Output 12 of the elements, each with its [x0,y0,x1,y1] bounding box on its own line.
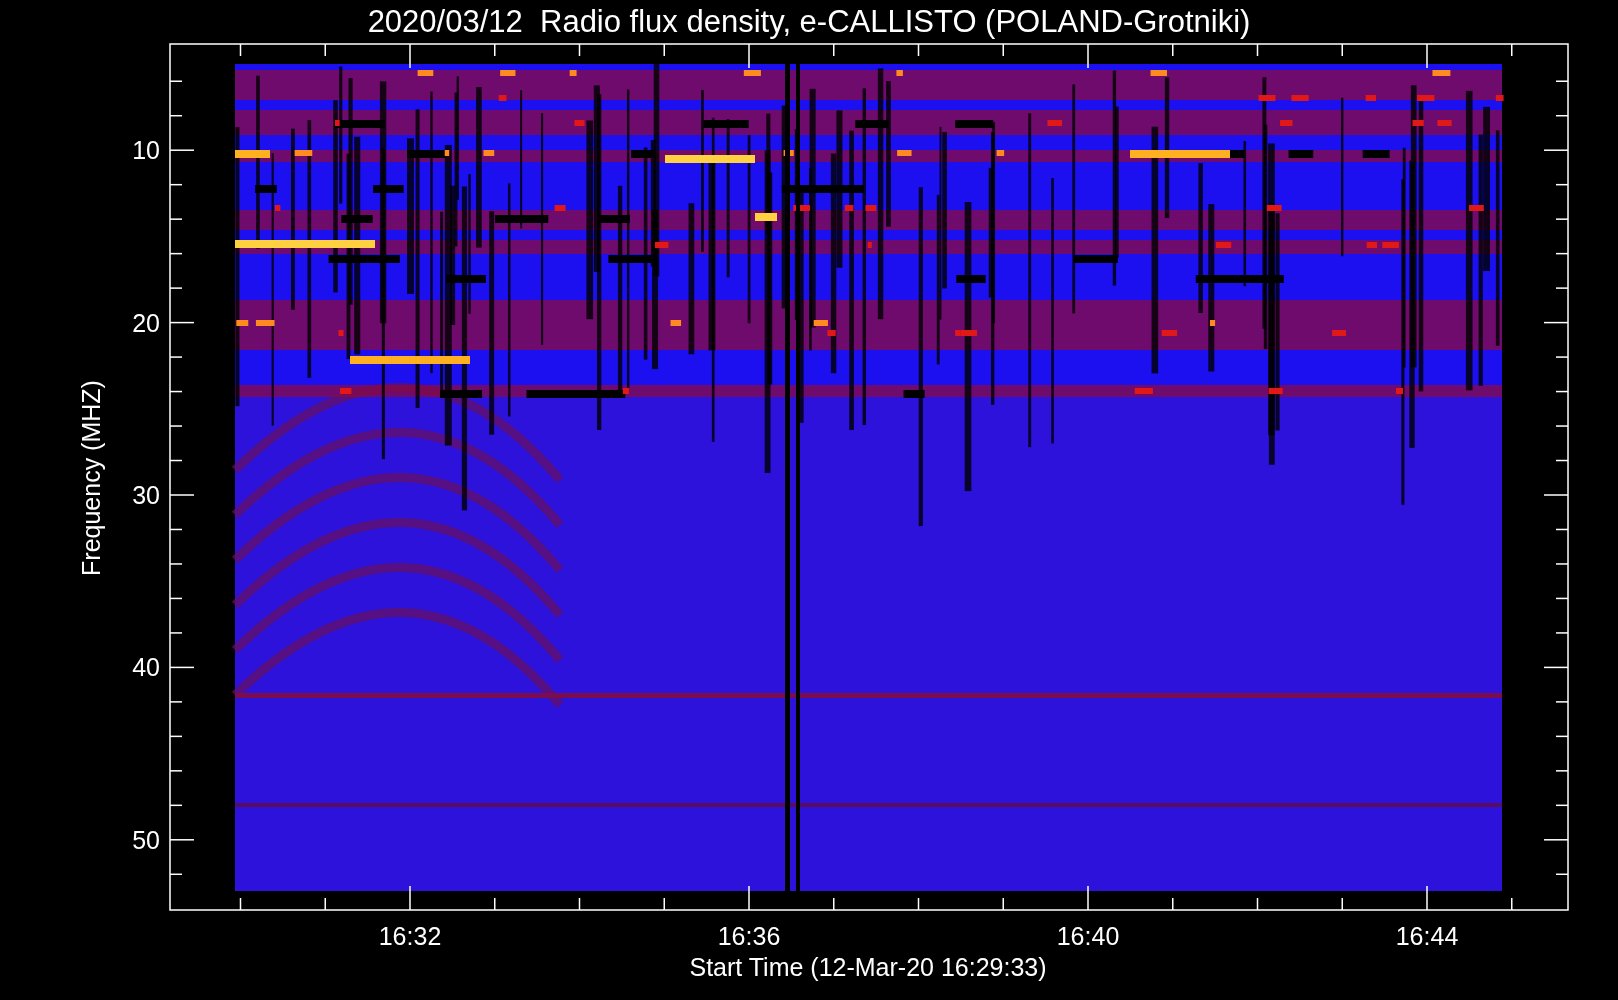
x-tick-label: 16:40 [1056,922,1120,950]
y-tick-label: 40 [132,653,160,682]
y-tick-label: 50 [132,825,160,854]
y-tick-label: 30 [132,481,160,509]
y-tick-label: 10 [132,136,160,165]
y-axis-label: Frequency (MHZ) [77,380,105,576]
x-axis-label: Start Time (12-Mar-20 16:29:33) [689,953,1047,981]
y-tick-label: 20 [132,308,160,337]
x-tick-label: 16:44 [1395,922,1459,950]
chart-title: 2020/03/12 Radio flux density, e-CALLISTO (POLAND-Grotniki) [367,4,1251,39]
x-tick-label: 16:36 [717,922,781,950]
x-tick-label: 16:32 [378,922,442,950]
